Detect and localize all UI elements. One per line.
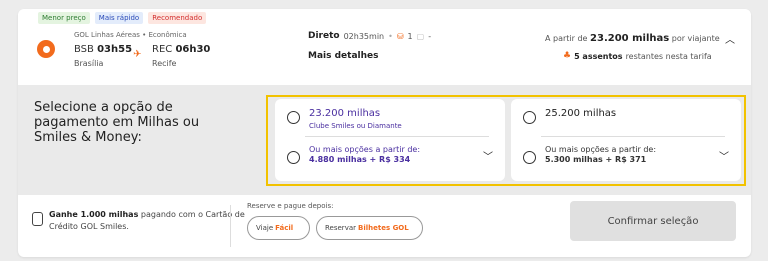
- option-1-more-value: 4.880 milhas + R$ 334: [309, 155, 411, 164]
- route-info: Direto 02h35min • ⛁ 1 ▢ -: [308, 31, 431, 41]
- carry-on-icon: ▢: [416, 31, 425, 41]
- flight-card: Menor preço Mais rápido Recomendado GOL …: [18, 9, 751, 257]
- baggage-icon: ⛁: [396, 31, 404, 41]
- promo-bold: Ganhe 1.000 milhas: [49, 210, 139, 219]
- price-miles: 23.200 milhas: [590, 33, 670, 44]
- more-details-link[interactable]: Mais detalhes: [308, 51, 378, 61]
- departure: BSB 03h55: [74, 44, 132, 55]
- arrival-city: Recife: [152, 59, 177, 68]
- arrival-code: REC: [152, 44, 173, 55]
- option-2-more: Ou mais opções a partir de: 5.300 milhas…: [545, 145, 656, 165]
- option-1-more: Ou mais opções a partir de: 4.880 milhas…: [309, 145, 420, 165]
- price-summary: A partir de 23.200 milhas por viajante: [545, 33, 720, 44]
- arrival-time: 06h30: [175, 44, 211, 55]
- option-2-more-value: 5.300 milhas + R$ 371: [545, 155, 647, 164]
- option-2-divider: [541, 136, 725, 137]
- seats-count: 5 assentos: [574, 51, 623, 61]
- seats-suffix: restantes nesta tarifa: [625, 51, 712, 61]
- chevron-up-icon[interactable]: ︿: [725, 31, 735, 46]
- confirm-selection-button[interactable]: Confirmar seleção: [570, 201, 736, 241]
- arrival: REC 06h30: [152, 44, 210, 55]
- gol-logo: [37, 40, 55, 58]
- pill2-brand: Bilhetes GOL: [358, 224, 409, 232]
- chevron-down-icon[interactable]: ﹀: [483, 148, 493, 163]
- seats-info: ♣ 5 assentos restantes nesta tarifa: [563, 51, 712, 61]
- departure-code: BSB: [74, 44, 94, 55]
- price-suffix: por viajante: [671, 34, 720, 43]
- payment-option-1[interactable]: 23.200 milhas Clube Smiles ou Diamante O…: [275, 99, 505, 181]
- tags-row: Menor preço Mais rápido Recomendado: [38, 12, 207, 24]
- option-2-miles: 25.200 milhas: [545, 108, 617, 119]
- option-1-more-label: Ou mais opções a partir de:: [309, 145, 421, 154]
- plane-icon: ✈: [133, 49, 142, 60]
- option-1-more-radio[interactable]: [287, 151, 300, 164]
- payment-option-2[interactable]: 25.200 milhas Ou mais opções a partir de…: [511, 99, 741, 181]
- viaje-facil-button[interactable]: Viaje Fácil: [247, 216, 310, 240]
- footer-divider: [230, 205, 231, 247]
- route-separator: •: [388, 31, 393, 41]
- tag-fastest: Mais rápido: [94, 12, 144, 24]
- seat-icon: ♣: [563, 51, 572, 61]
- route-type: Direto: [308, 31, 340, 41]
- reserve-label: Reserve e pague depois:: [247, 202, 334, 210]
- airline-label: GOL Linhas Aéreas • Econômica: [74, 31, 187, 39]
- bilhetes-gol-button[interactable]: Reservar Bilhetes GOL: [316, 216, 423, 240]
- option-2-radio[interactable]: [523, 111, 536, 124]
- departure-time: 03h55: [97, 44, 133, 55]
- departure-city: Brasília: [74, 59, 104, 68]
- payment-title: Selecione a opção de pagamento em Milhas…: [34, 100, 200, 145]
- price-prefix: A partir de: [545, 34, 588, 43]
- pill1-brand: Fácil: [275, 224, 294, 232]
- chevron-down-icon[interactable]: ﹀: [719, 148, 729, 163]
- promo-text: Ganhe 1.000 milhas pagando com o Cartão …: [49, 209, 249, 233]
- baggage-count: 1: [407, 31, 413, 41]
- option-1-divider: [305, 136, 489, 137]
- option-2-more-radio[interactable]: [523, 151, 536, 164]
- coins-icon: [32, 212, 43, 226]
- route-duration: 02h35min: [343, 31, 385, 41]
- option-1-miles: 23.200 milhas: [309, 108, 381, 119]
- option-1-subtitle: Clube Smiles ou Diamante: [309, 122, 402, 130]
- carry-on-value: -: [428, 31, 432, 41]
- option-2-more-label: Ou mais opções a partir de:: [545, 145, 657, 154]
- payment-section: Selecione a opção de pagamento em Milhas…: [18, 85, 751, 195]
- tag-recommended: Recomendado: [148, 12, 207, 24]
- option-1-radio[interactable]: [287, 111, 300, 124]
- tag-cheapest: Menor preço: [38, 12, 90, 24]
- pill1-prefix: Viaje: [256, 224, 274, 232]
- pill2-prefix: Reservar: [325, 224, 356, 232]
